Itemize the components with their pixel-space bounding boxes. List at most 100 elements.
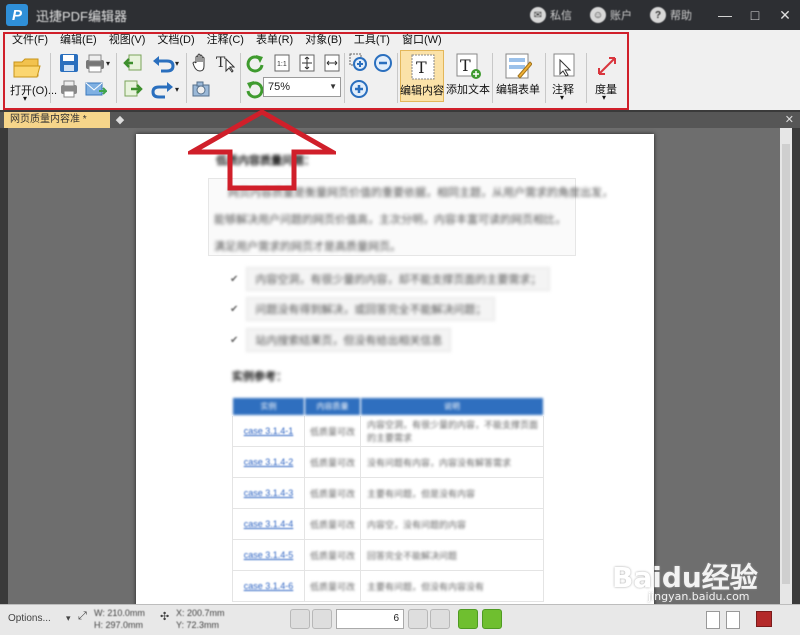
print-button[interactable]: ▾ [82,52,112,74]
toolbar: 打开(O)... ▾ ▾ ▾ ▾ T 1:1 75% ▼ T 编辑内容 T 添加… [6,50,626,108]
print-setup-button[interactable] [58,78,80,100]
vertical-scrollbar[interactable] [780,128,792,604]
email-button[interactable] [84,78,108,100]
go-forward-button[interactable] [482,609,502,629]
last-page-button[interactable] [430,609,450,629]
zoom-select[interactable]: 75% ▼ [263,77,341,97]
table-header-row: 实例 内容质量 说明 [232,397,544,416]
messages-item[interactable]: ✉ 私信 [530,7,572,23]
title-bar: P 迅捷PDF编辑器 ✉ 私信 ☺ 账户 ? 帮助 — □ ✕ [0,0,800,30]
actual-size-button[interactable]: 1:1 [272,52,292,74]
menu-tools[interactable]: 工具(T) [354,32,390,48]
continuous-view-icon[interactable] [726,611,740,629]
edit-content-icon: T [411,54,435,80]
zoom-in-button[interactable] [348,78,370,100]
add-text-button[interactable]: T 添加文本 [446,50,490,102]
zoom-out-button[interactable] [372,52,394,74]
menu-view[interactable]: 视图(V) [109,32,146,48]
window-title: 迅捷PDF编辑器 [36,8,128,24]
import-button[interactable] [122,52,144,74]
maximize-button[interactable]: □ [740,0,770,30]
account-item[interactable]: ☺ 账户 [590,7,632,23]
measure-dropdown-icon: ▾ [602,93,607,102]
help-icon: ? [650,7,666,23]
page-width-text: W: 210.0mm [94,608,145,618]
undo-button[interactable]: ▾ [148,52,182,74]
case-link[interactable]: case 3.1.4-4 [232,508,305,540]
annotate-icon [553,53,575,77]
menu-window[interactable]: 窗口(W) [402,32,442,48]
close-tab-icon[interactable]: ✕ [785,112,794,128]
minimize-button[interactable]: — [710,0,740,30]
redo-icon [151,82,173,99]
user-icon: ☺ [590,7,606,23]
separator [545,53,546,103]
table-cell: 低质量可改 [304,477,361,509]
first-page-button[interactable] [290,609,310,629]
zoom-tool-button[interactable] [348,52,370,74]
redo-button[interactable]: ▾ [148,78,182,100]
paragraph-line: 能够解决用户问题的网页价值高，主次分明，内容丰富可读的网页相比， [214,214,566,226]
measure-button[interactable]: 度量 ▾ [590,50,624,104]
table-row: case 3.1.4-5 低质量可改 回答完全不能解决问题 [232,539,544,571]
open-button[interactable]: 打开(O)... ▾ [10,52,57,106]
case-link[interactable]: case 3.1.4-3 [232,477,305,509]
tab-bar: 网页质量内容准 * ◆ ✕ [0,112,800,128]
edit-content-button[interactable]: T 编辑内容 [400,50,444,102]
menu-edit[interactable]: 编辑(E) [60,32,97,48]
page-number-input[interactable]: 6 [336,609,404,629]
table-cell: 低质量可改 [304,446,361,478]
fit-page-button[interactable] [297,52,317,74]
check-icon: ✔ [230,334,239,346]
table-row: case 3.1.4-1 低质量可改 内容空洞，有很少量的内容，不能支撑页面的主… [232,415,544,447]
print-dropdown-icon: ▾ [105,58,110,68]
menu-object[interactable]: 对象(B) [305,32,342,48]
table-cell: 主要有问题，但是没有内容 [360,477,544,509]
rotate-left-icon [246,81,264,99]
scrollbar-thumb[interactable] [782,144,790,584]
export-button[interactable] [122,78,144,100]
help-item[interactable]: ? 帮助 [650,7,692,23]
svg-text:T: T [416,58,427,77]
text-select-icon: T [216,55,235,73]
menu-comment[interactable]: 注释(C) [207,32,244,48]
next-page-button[interactable] [408,609,428,629]
hand-tool-button[interactable] [190,52,212,74]
separator [397,53,398,103]
case-link[interactable]: case 3.1.4-6 [232,570,305,602]
case-link[interactable]: case 3.1.4-2 [232,446,305,478]
previous-page-button[interactable] [312,609,332,629]
save-button[interactable] [58,52,80,74]
case-link[interactable]: case 3.1.4-5 [232,539,305,571]
snapshot-button[interactable] [190,78,212,100]
close-button[interactable]: ✕ [770,0,800,30]
fit-width-icon [324,54,340,72]
table-row: case 3.1.4-3 低质量可改 主要有问题，但是没有内容 [232,477,544,509]
menu-document[interactable]: 文档(D) [157,32,194,48]
edit-form-button[interactable]: 编辑表单 [494,50,542,102]
check-icon: ✔ [230,303,239,315]
document-tab[interactable]: 网页质量内容准 * [4,112,110,128]
check-icon: ✔ [230,273,239,285]
app-icon [756,611,772,627]
rotate-clockwise-button[interactable] [244,52,266,74]
case-link[interactable]: case 3.1.4-1 [232,415,305,447]
single-page-view-icon[interactable] [706,611,720,629]
new-tab-icon[interactable]: ◆ [114,114,126,126]
options-dropdown-icon[interactable]: ▾ [66,613,71,624]
list-item: ✔ 内容空洞，有很少量的内容，却不能支撑页面的主要需求； [230,267,551,291]
ruler-icon [598,57,616,75]
annotate-button[interactable]: 注释 ▾ [548,50,582,104]
fit-width-button[interactable] [322,52,342,74]
separator [116,53,117,103]
document-viewport[interactable]: 低质内容质量问题： 网页内容质量是衡量网页价值的重要依据，相同主题，从用户需求的… [8,128,780,604]
go-back-button[interactable] [458,609,478,629]
list-item: ✔ 问题没有得到解决，或回答完全不能解决问题； [230,297,496,321]
table-row: case 3.1.4-4 低质量可改 内容空，没有问题的内容 [232,508,544,540]
select-text-button[interactable]: T [214,52,236,74]
menu-file[interactable]: 文件(F) [12,32,48,48]
options-button[interactable]: Options... [8,613,51,624]
menu-form[interactable]: 表单(R) [256,32,293,48]
paragraph-line: 满足用户需求的网页才是高质量网页。 [214,241,401,253]
annotate-dropdown-icon: ▾ [560,93,565,102]
